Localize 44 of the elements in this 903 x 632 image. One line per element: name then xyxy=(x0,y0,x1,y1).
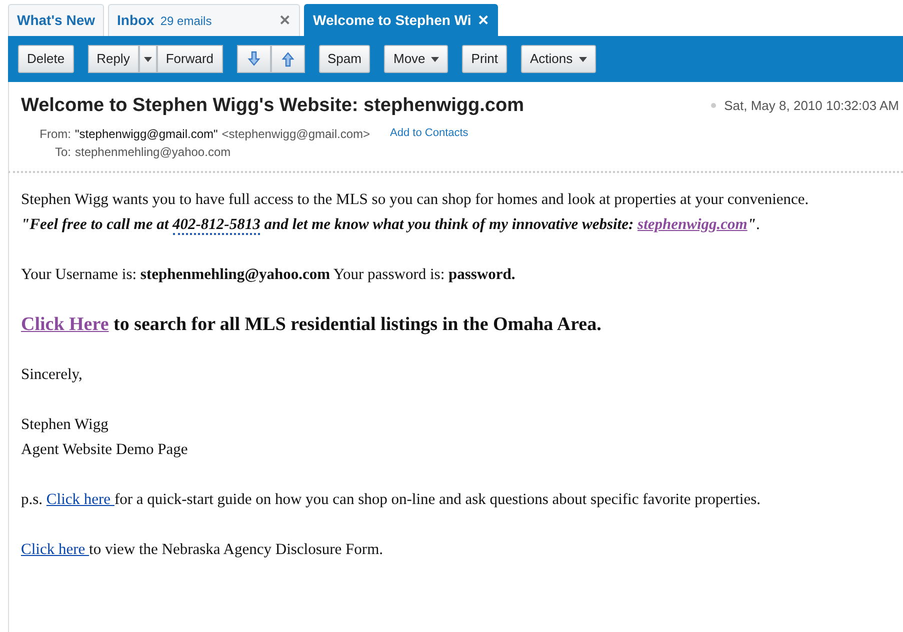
message-subject: Welcome to Stephen Wigg's Website: stephenwigg.com xyxy=(21,94,524,118)
to-label: To: xyxy=(54,144,71,160)
paragraph: Your Username is: stephenmehling@yahoo.com Your password is: password. xyxy=(21,264,516,284)
email-count: 29 emails xyxy=(160,12,212,30)
dropdown-button[interactable] xyxy=(138,45,157,73)
phone-link[interactable]: 402-812-5813 xyxy=(172,216,260,234)
add-to-contacts-link[interactable]: Add to Contacts xyxy=(390,124,468,142)
paragraph: Sincerely, xyxy=(21,364,84,384)
tab[interactable]: Inbox 29 emails ✕ xyxy=(108,4,300,36)
paragraph: Stephen Wigg xyxy=(21,414,110,434)
toolbar-button[interactable] xyxy=(270,45,305,73)
paragraph: "Feel free to call me at 402-812-5813 and let me know what you think of my innovative website: stephenwigg.com". xyxy=(21,214,761,236)
message-date: Sat, May 8, 2010 10:32:03 AM xyxy=(724,97,899,115)
menu-button[interactable]: Actions xyxy=(521,45,596,73)
link[interactable]: Click here xyxy=(46,490,114,508)
menu-button[interactable]: Move xyxy=(384,45,448,73)
caret-icon xyxy=(144,56,152,62)
caret-icon xyxy=(578,56,587,62)
toolbar-button[interactable]: Delete xyxy=(18,45,74,73)
paragraph: Agent Website Demo Page xyxy=(21,440,189,460)
arrow-down-icon xyxy=(246,51,262,67)
link[interactable]: Click Here xyxy=(21,314,109,334)
link[interactable]: Click here xyxy=(21,540,90,558)
toolbar-button[interactable] xyxy=(236,45,271,73)
close-icon[interactable]: ✕ xyxy=(279,10,292,31)
toolbar-button[interactable]: Print xyxy=(462,45,508,73)
caret-icon xyxy=(431,56,440,62)
toolbar-button[interactable]: Spam xyxy=(318,45,370,73)
paragraph: p.s. Click here for a quick-start guide on how you can shop on-line and ask questions about specific favorite properties. xyxy=(21,490,762,510)
sender-address: <stephenwigg@gmail.com> xyxy=(222,126,370,142)
toolbar-button[interactable]: Reply xyxy=(88,45,139,73)
paragraph: Click here to view the Nebraska Agency Disclosure Form. xyxy=(21,540,384,560)
from-label: From: xyxy=(38,126,71,142)
paragraph: Click Here to search for all MLS residential listings in the Omaha Area. xyxy=(21,312,602,336)
link[interactable]: stephenwigg.com xyxy=(638,216,748,232)
toolbar-button[interactable]: Forward xyxy=(156,45,223,73)
status-dot xyxy=(711,103,716,108)
tab[interactable]: Welcome to Stephen Wi ✕ xyxy=(304,4,498,36)
tab[interactable]: What's New xyxy=(8,4,104,36)
recipient-address: stephenmehling@yahoo.com xyxy=(75,144,231,160)
paragraph: Stephen Wigg wants you to have full access to the MLS so you can shop for homes and look at properties at your convenience. xyxy=(21,190,810,210)
arrow-up-icon xyxy=(280,51,296,67)
sender-name: "stephenwigg@gmail.com" xyxy=(75,126,218,142)
close-icon[interactable]: ✕ xyxy=(477,10,490,31)
